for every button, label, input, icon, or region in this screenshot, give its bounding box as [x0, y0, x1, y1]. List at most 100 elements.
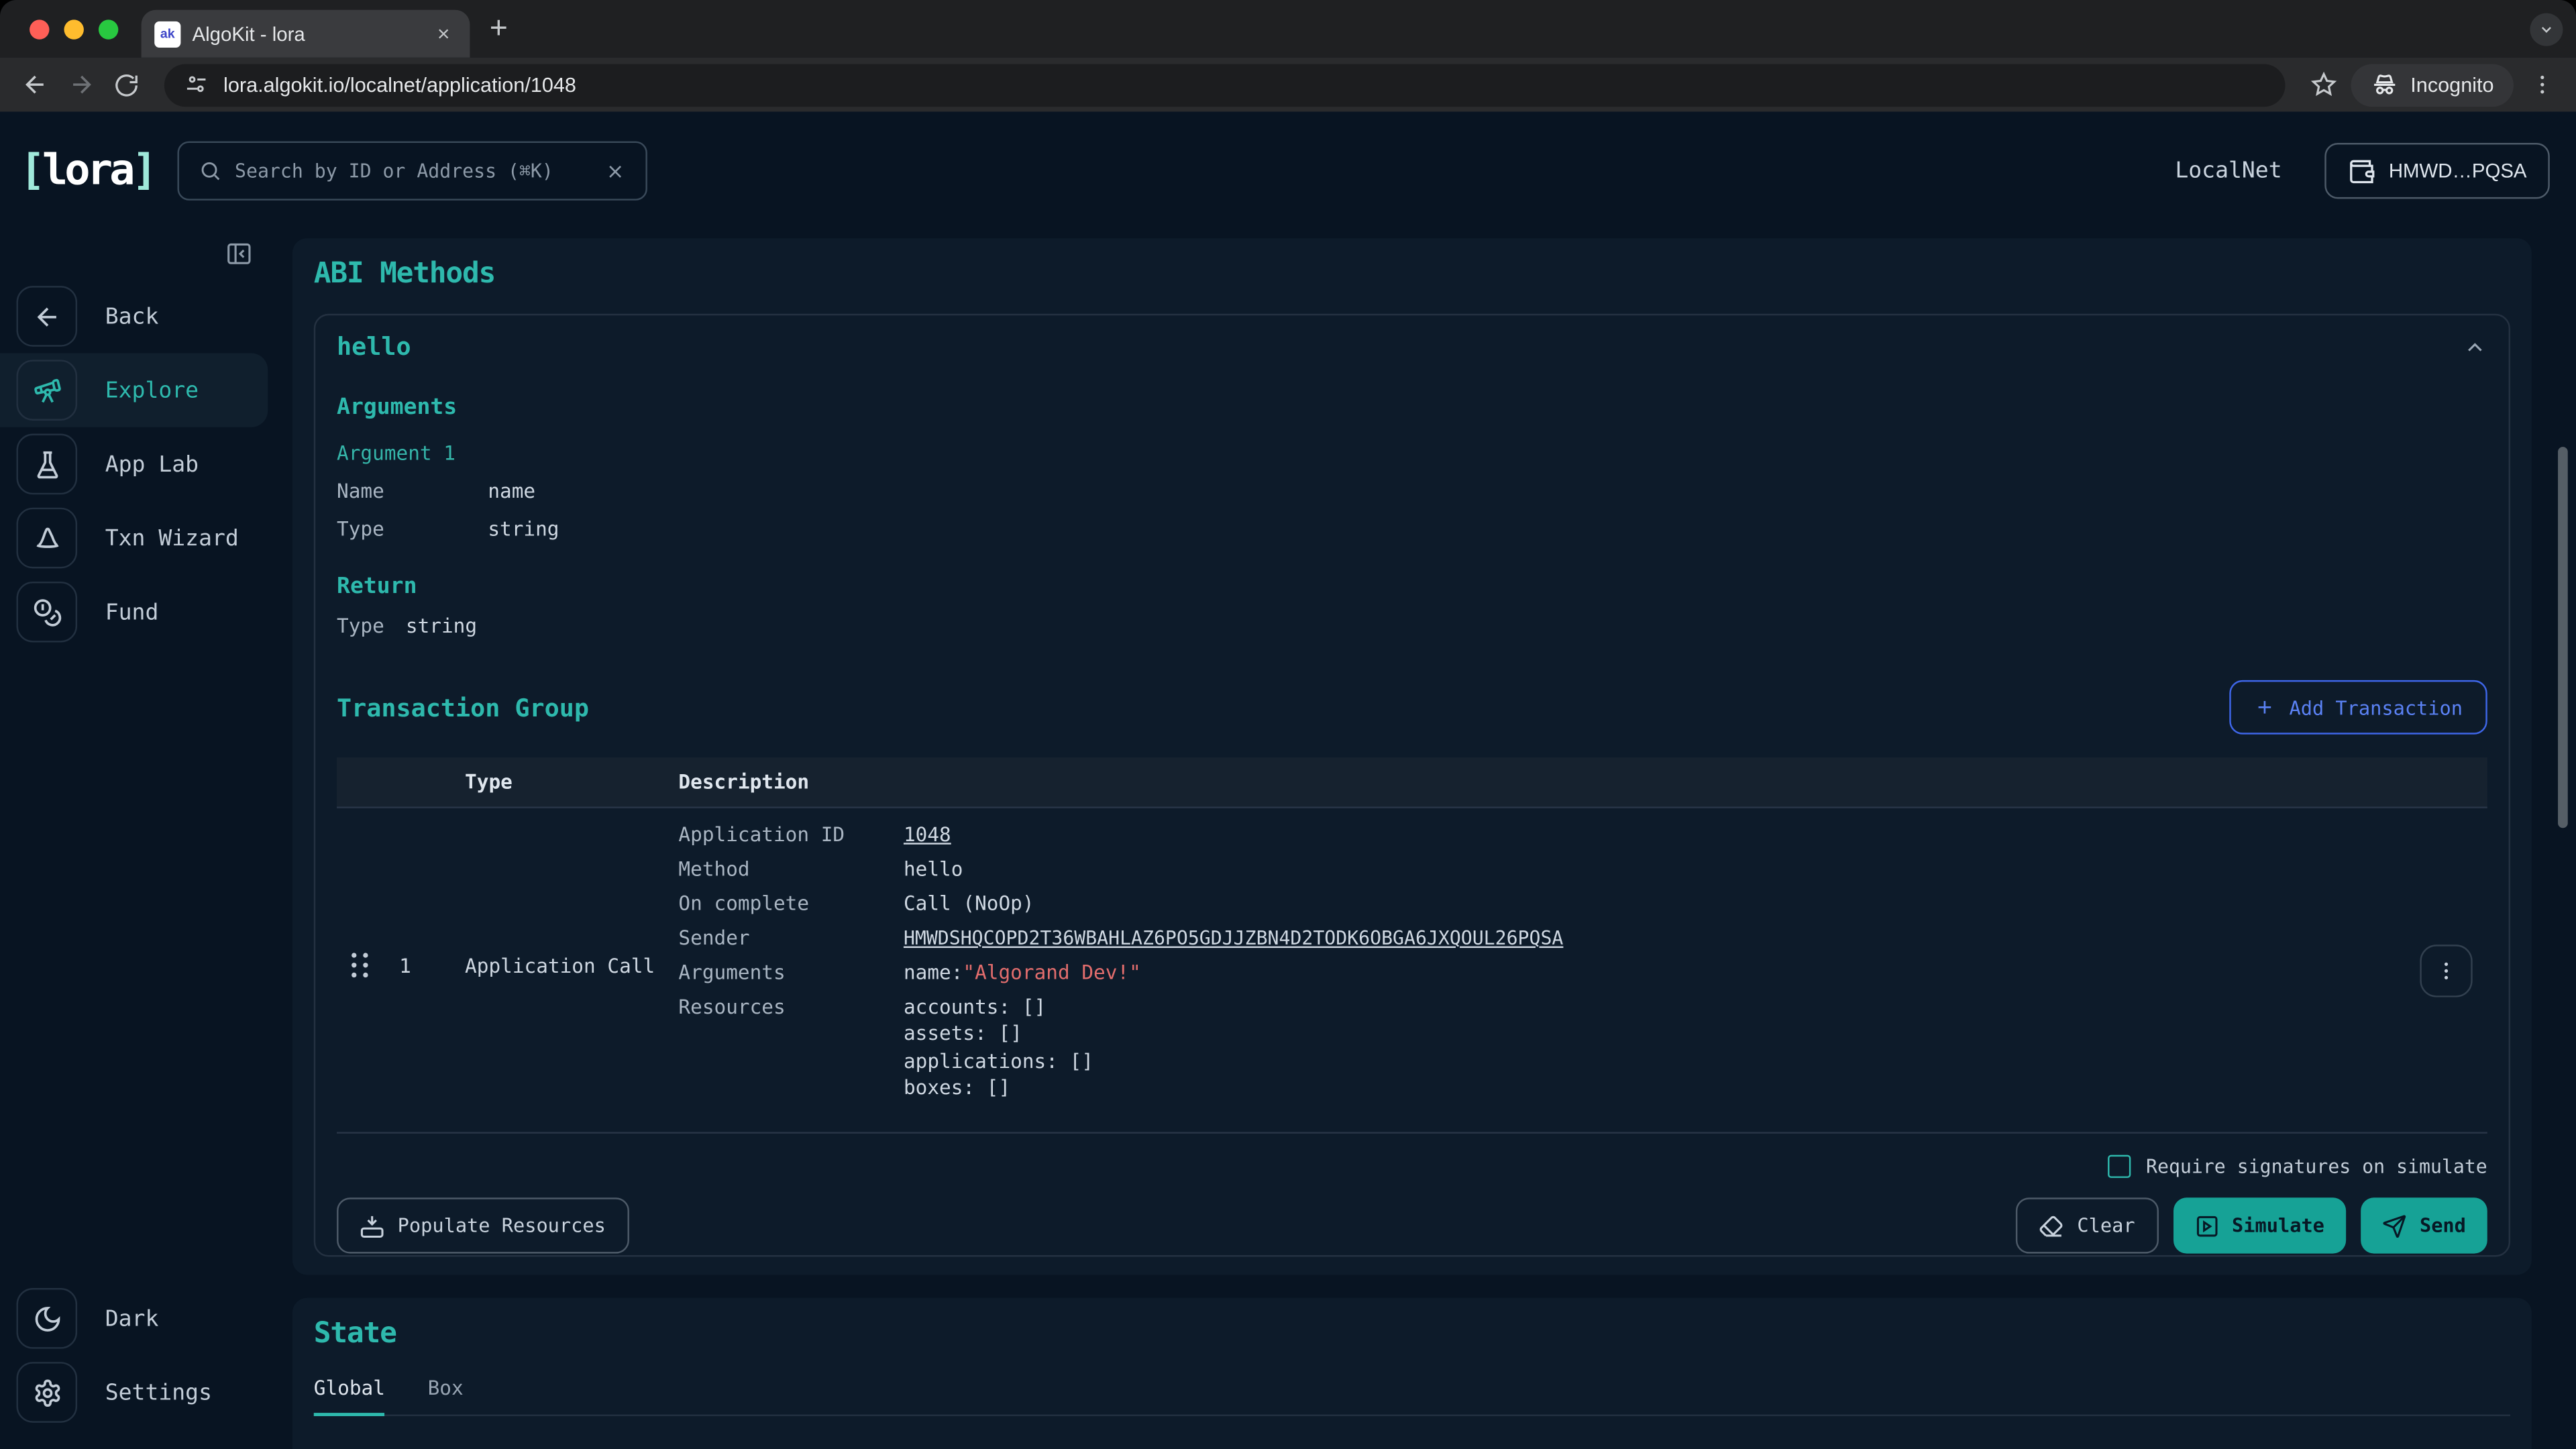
wallet-icon	[2348, 157, 2376, 185]
tab-box[interactable]: Box	[428, 1377, 464, 1414]
send-icon	[2382, 1214, 2407, 1238]
sender-address-link[interactable]: HMWDSHQCOPD2T36WBAHLAZ6PO5GDJJZBN4D2TODK…	[904, 925, 1563, 951]
method-header[interactable]: hello	[337, 332, 2487, 362]
type-value: string	[406, 614, 477, 637]
tab-close-icon[interactable]: ×	[431, 21, 457, 47]
return-type-row: Type string	[337, 614, 2487, 637]
type-label: Type	[337, 517, 488, 540]
forward-button[interactable]	[62, 66, 99, 103]
search-input[interactable]	[235, 160, 591, 182]
resources-list: accounts: [] assets: [] applications: []…	[904, 994, 1093, 1102]
transaction-table: Type Description 1 Application Call	[337, 757, 2487, 1134]
app-header: [lora] LocalNet HMWD…PQSA	[0, 112, 2576, 230]
zoom-window-button[interactable]	[99, 19, 118, 38]
simulate-button[interactable]: Simulate	[2173, 1198, 2346, 1254]
name-value: name	[488, 480, 535, 502]
search-icon	[199, 160, 221, 182]
traffic-lights[interactable]	[0, 19, 142, 38]
sidebar-item-back[interactable]: Back	[0, 279, 268, 353]
field-label: Application ID	[678, 821, 904, 847]
wizard-hat-icon	[16, 508, 77, 569]
coins-icon	[16, 582, 77, 643]
row-menu-button[interactable]	[2420, 944, 2472, 996]
sidebar-item-settings[interactable]: Settings	[0, 1355, 268, 1429]
drag-handle[interactable]	[337, 821, 383, 1109]
sidebar-item-app-lab[interactable]: App Lab	[0, 427, 268, 501]
clear-label: Clear	[2077, 1214, 2135, 1237]
require-signatures-label: Require signatures on simulate	[2146, 1155, 2487, 1178]
chevron-up-icon[interactable]	[2463, 334, 2487, 359]
row-index: 1	[383, 821, 465, 1109]
sidebar-collapse-button[interactable]	[222, 237, 255, 270]
minimize-window-button[interactable]	[64, 19, 84, 38]
browser-toolbar: lora.algokit.io/localnet/application/104…	[0, 58, 2576, 112]
send-label: Send	[2420, 1214, 2466, 1237]
description-column-header: Description	[678, 771, 2487, 794]
browser-menu-button[interactable]	[2524, 66, 2560, 103]
kebab-menu-icon	[2434, 959, 2457, 981]
type-value: string	[488, 517, 559, 540]
page-scrollbar[interactable]	[2558, 447, 2568, 828]
sidebar-item-label: Txn Wizard	[105, 525, 239, 551]
network-label[interactable]: LocalNet	[2175, 158, 2282, 184]
resource-boxes: boxes: []	[904, 1074, 1093, 1101]
sidebar-item-label: Dark	[105, 1305, 159, 1332]
browser-tab[interactable]: ak AlgoKit - lora ×	[142, 10, 470, 58]
kebab-menu-icon	[2529, 72, 2554, 97]
wallet-button[interactable]: HMWD…PQSA	[2324, 143, 2550, 199]
state-title: State	[314, 1318, 2510, 1350]
new-tab-button[interactable]: +	[490, 11, 508, 47]
address-bar[interactable]: lora.algokit.io/localnet/application/104…	[164, 63, 2286, 106]
populate-resources-button[interactable]: Populate Resources	[337, 1198, 629, 1254]
sidebar-item-label: Settings	[105, 1379, 212, 1405]
main-content: ABI Methods hello Arguments Argument 1	[268, 230, 2576, 1449]
site-settings-icon[interactable]	[184, 72, 209, 97]
close-window-button[interactable]	[30, 19, 49, 38]
clear-search-icon[interactable]	[604, 160, 626, 182]
field-application-id: Application ID 1048	[678, 821, 2421, 847]
incognito-badge: Incognito	[2351, 63, 2514, 106]
simulate-label: Simulate	[2232, 1214, 2324, 1237]
sidebar-item-label: Fund	[105, 599, 159, 625]
logo-bracket-left: [	[19, 146, 42, 195]
url-text[interactable]: lora.algokit.io/localnet/application/104…	[223, 73, 576, 96]
sidebar-item-fund[interactable]: Fund	[0, 575, 268, 649]
application-id-link[interactable]: 1048	[904, 821, 951, 847]
state-tabs: Global Box	[314, 1377, 2510, 1416]
require-signatures-row: Require signatures on simulate	[337, 1155, 2487, 1178]
tab-search-button[interactable]	[2530, 13, 2563, 46]
sidebar-item-txn-wizard[interactable]: Txn Wizard	[0, 501, 268, 575]
require-signatures-checkbox[interactable]	[2108, 1155, 2131, 1178]
field-value: hello	[904, 856, 963, 882]
clear-button[interactable]: Clear	[2017, 1198, 2158, 1254]
field-label: Sender	[678, 925, 904, 951]
sidebar-item-label: Back	[105, 303, 159, 329]
table-header: Type Description	[337, 757, 2487, 808]
sidebar-nav: Back Explore App Lab	[0, 279, 268, 649]
bookmark-button[interactable]	[2306, 66, 2342, 103]
arrow-right-icon	[66, 70, 95, 99]
sidebar-item-label: Explore	[105, 377, 199, 403]
field-value: Call (NoOp)	[904, 890, 1034, 916]
reload-icon	[113, 72, 140, 98]
composer-actions: Populate Resources Clear Si	[337, 1198, 2487, 1254]
add-transaction-button[interactable]: Add Transaction	[2230, 680, 2487, 735]
state-card: State Global Box	[292, 1298, 2532, 1449]
reload-button[interactable]	[109, 66, 145, 103]
argument1-heading: Argument 1	[337, 442, 2487, 465]
gear-icon	[16, 1362, 77, 1423]
send-button[interactable]: Send	[2361, 1198, 2487, 1254]
field-label: Arguments	[678, 959, 904, 985]
table-row[interactable]: 1 Application Call Application ID 1048	[337, 808, 2487, 1134]
resource-applications: applications: []	[904, 1047, 1093, 1074]
lora-logo[interactable]: [lora]	[19, 146, 154, 195]
tab-global[interactable]: Global	[314, 1377, 385, 1414]
global-search[interactable]	[177, 142, 647, 201]
back-button[interactable]	[16, 66, 52, 103]
sidebar-item-explore[interactable]: Explore	[0, 354, 268, 427]
field-label: On complete	[678, 890, 904, 916]
sidebar-footer: Dark Settings	[0, 1281, 268, 1449]
sidebar: Back Explore App Lab	[0, 230, 268, 1449]
sidebar-item-theme-toggle[interactable]: Dark	[0, 1281, 268, 1355]
name-label: Name	[337, 480, 488, 502]
